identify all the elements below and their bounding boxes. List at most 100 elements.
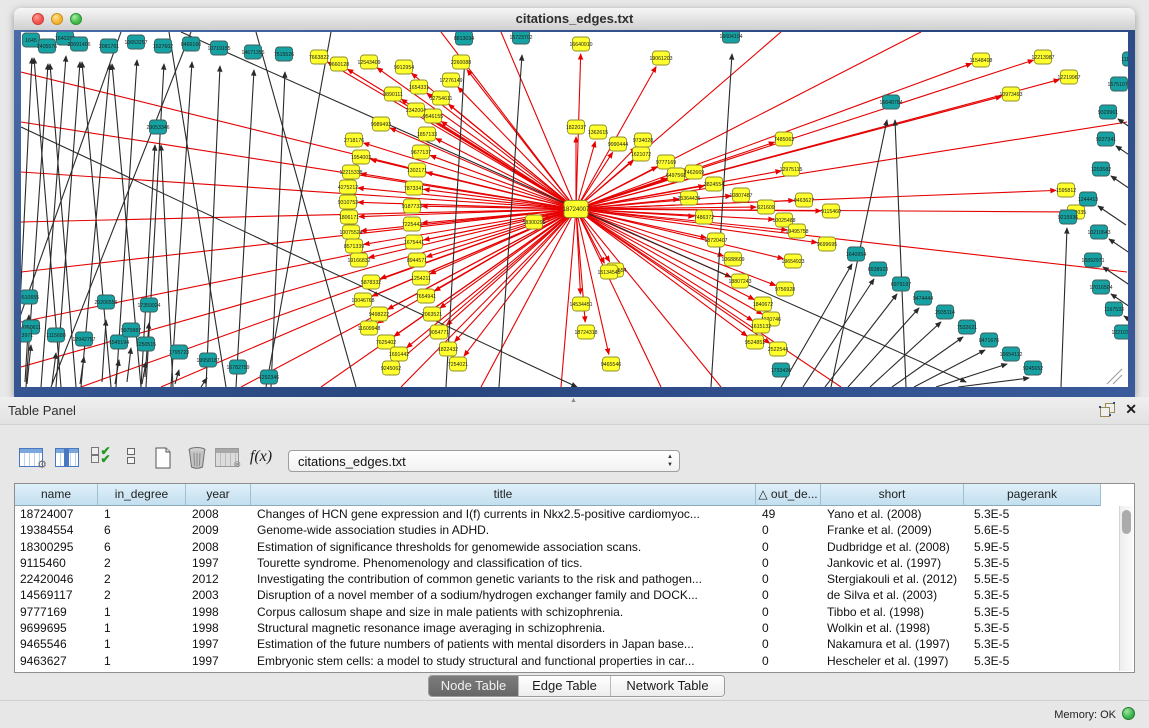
graph-node[interactable]: 9245652 — [1023, 361, 1043, 375]
vertical-scrollbar[interactable] — [1119, 506, 1133, 671]
graph-node[interactable]: 8938923 — [868, 262, 888, 276]
select-rows-button[interactable]: ✔✔ — [86, 443, 116, 473]
graph-node[interactable]: 9227341 — [1096, 132, 1116, 146]
column-header-pagerank[interactable]: pagerank — [964, 484, 1101, 506]
graph-node[interactable]: 9756928 — [775, 282, 795, 296]
graph-node[interactable]: 11609948 — [358, 321, 381, 335]
graph-node[interactable]: 20691406 — [67, 37, 90, 51]
graph-node[interactable]: 18724318 — [574, 325, 597, 339]
graph-node[interactable]: 10973493 — [999, 87, 1022, 101]
graph-node[interactable]: 18720407 — [704, 233, 727, 247]
graph-node[interactable]: 3824554 — [704, 177, 724, 191]
graph-node[interactable]: 9245062 — [381, 361, 401, 375]
graph-node[interactable]: 9187733 — [402, 199, 422, 213]
graph-node[interactable]: 7486372 — [694, 210, 714, 224]
graph-node[interactable]: 1822432 — [438, 342, 458, 356]
graph-node[interactable]: 1733426 — [771, 363, 791, 377]
graph-node[interactable]: 1857133 — [417, 127, 437, 141]
graph-node[interactable]: 18807243 — [728, 274, 751, 288]
graph-node[interactable]: 17359924 — [137, 298, 160, 312]
graph-node[interactable]: 11548408 — [970, 53, 993, 67]
graph-node[interactable]: 12942757 — [72, 332, 95, 346]
graph-node[interactable]: 10046768 — [351, 293, 374, 307]
graph-node[interactable]: 7254021 — [448, 357, 468, 371]
graph-node[interactable]: 1822037 — [566, 120, 586, 134]
table-settings-button[interactable]: ⚙ — [16, 443, 46, 473]
graph-node[interactable]: 8571339 — [344, 239, 364, 253]
graph-node[interactable]: 1675441 — [404, 235, 424, 249]
graph-node[interactable]: 9310753 — [338, 195, 358, 209]
graph-node[interactable]: 12975115 — [780, 162, 803, 176]
graph-node[interactable]: 9115460 — [821, 204, 841, 218]
graph-node[interactable]: 17016504 — [1089, 280, 1112, 294]
delete-column-button[interactable] — [182, 443, 212, 473]
graph-node[interactable]: 9777169 — [656, 155, 676, 169]
graph-node[interactable]: 1806171 — [339, 210, 359, 224]
graph-node[interactable]: 9989493 — [371, 117, 391, 131]
float-panel-icon[interactable] — [1100, 403, 1115, 416]
table-row[interactable]: 969969511998Structural magnetic resonanc… — [15, 620, 1120, 636]
graph-node[interactable]: 9990444 — [608, 137, 628, 151]
graph-node[interactable]: 12213987 — [1031, 50, 1054, 64]
graph-node[interactable]: 12210359 — [1111, 325, 1128, 339]
graph-node[interactable]: 6979197 — [891, 277, 911, 291]
column-header-year[interactable]: year — [186, 484, 251, 506]
column-header-short[interactable]: short — [821, 484, 964, 506]
graph-node[interactable]: 2610655 — [21, 290, 39, 304]
graph-node[interactable]: 19654923 — [781, 254, 804, 268]
graph-node[interactable]: 19958187 — [196, 353, 219, 367]
graph-node[interactable]: 10654112 — [1000, 347, 1023, 361]
graph-node[interactable]: 19166832 — [347, 253, 370, 267]
table-row[interactable]: 946362711997Embryonic stem cells: a mode… — [15, 653, 1120, 669]
graph-node[interactable]: 1595812 — [1056, 183, 1076, 197]
graph-node[interactable]: 19061203 — [649, 51, 672, 65]
graph-node[interactable]: 16648784 — [879, 95, 902, 109]
tab-node-table[interactable]: Node Table — [429, 676, 519, 696]
graph-node[interactable]: 9546155 — [423, 109, 443, 123]
graph-node[interactable]: 15892971 — [1081, 253, 1104, 267]
table-selector-dropdown[interactable]: citations_edges.txt ▲▼ — [288, 450, 680, 472]
graph-node[interactable]: 7225442 — [402, 217, 422, 231]
tab-edge-table[interactable]: Edge Table — [519, 676, 611, 696]
graph-node[interactable]: 7654941 — [416, 289, 436, 303]
column-header-title[interactable]: title — [251, 484, 756, 506]
graph-node[interactable]: 8813034 — [454, 32, 474, 45]
column-header-name[interactable]: name — [15, 484, 98, 506]
table-row[interactable]: 2242004622012Investigating the contribut… — [15, 571, 1120, 587]
graph-node[interactable]: 2081761 — [99, 39, 119, 53]
graph-node[interactable]: 9677137 — [411, 145, 431, 159]
graph-node[interactable]: 14671355 — [241, 45, 264, 59]
graph-node[interactable]: 1244413 — [1078, 192, 1098, 206]
graph-node[interactable]: 29053346 — [146, 120, 169, 134]
graph-node[interactable]: 17276149 — [439, 73, 462, 87]
graph-node[interactable]: 1621072 — [631, 147, 651, 161]
graph-node[interactable]: 7462669 — [684, 165, 704, 179]
table-row[interactable]: 1938455462009Genome-wide association stu… — [15, 522, 1120, 538]
row-height-button[interactable] — [116, 443, 146, 473]
graph-node[interactable]: 5878332 — [361, 275, 381, 289]
graph-node[interactable]: 7485063 — [774, 132, 794, 146]
graph-node[interactable]: 9524851 — [745, 335, 765, 349]
splitter-grip[interactable]: ▲ — [570, 398, 580, 404]
graph-hub-node[interactable]: 18724007 — [563, 201, 590, 218]
graph-node[interactable]: 1115688 — [46, 328, 66, 342]
window-titlebar[interactable]: citations_edges.txt — [14, 8, 1135, 31]
table-row[interactable]: 1872400712008Changes of HCN gene express… — [15, 506, 1120, 522]
scrollbar-thumb[interactable] — [1122, 510, 1131, 534]
graph-node[interactable]: 10719155 — [207, 41, 230, 55]
graph-node[interactable]: 10807487 — [729, 188, 752, 202]
graph-node[interactable]: 9498222 — [369, 307, 389, 321]
graph-node[interactable]: 15134545 — [597, 265, 620, 279]
graph-node[interactable]: 4275212 — [338, 180, 358, 194]
memory-ok-indicator[interactable] — [1122, 707, 1135, 720]
graph-node[interactable]: 1795723 — [169, 345, 189, 359]
close-panel-icon[interactable]: ✕ — [1125, 401, 1137, 418]
network-canvas[interactable]: 1872400718300295766382296601281254340999… — [21, 32, 1128, 387]
graph-node[interactable]: 16604104 — [719, 32, 742, 43]
graph-node[interactable]: 16640910 — [569, 37, 592, 51]
graph-node[interactable]: 1250515 — [136, 337, 156, 351]
graph-node[interactable]: 12754611 — [430, 91, 453, 105]
graph-node[interactable]: 1954002 — [351, 150, 371, 164]
graph-node[interactable]: 1654331 — [409, 80, 429, 94]
graph-node[interactable]: 7663822 — [309, 50, 329, 64]
